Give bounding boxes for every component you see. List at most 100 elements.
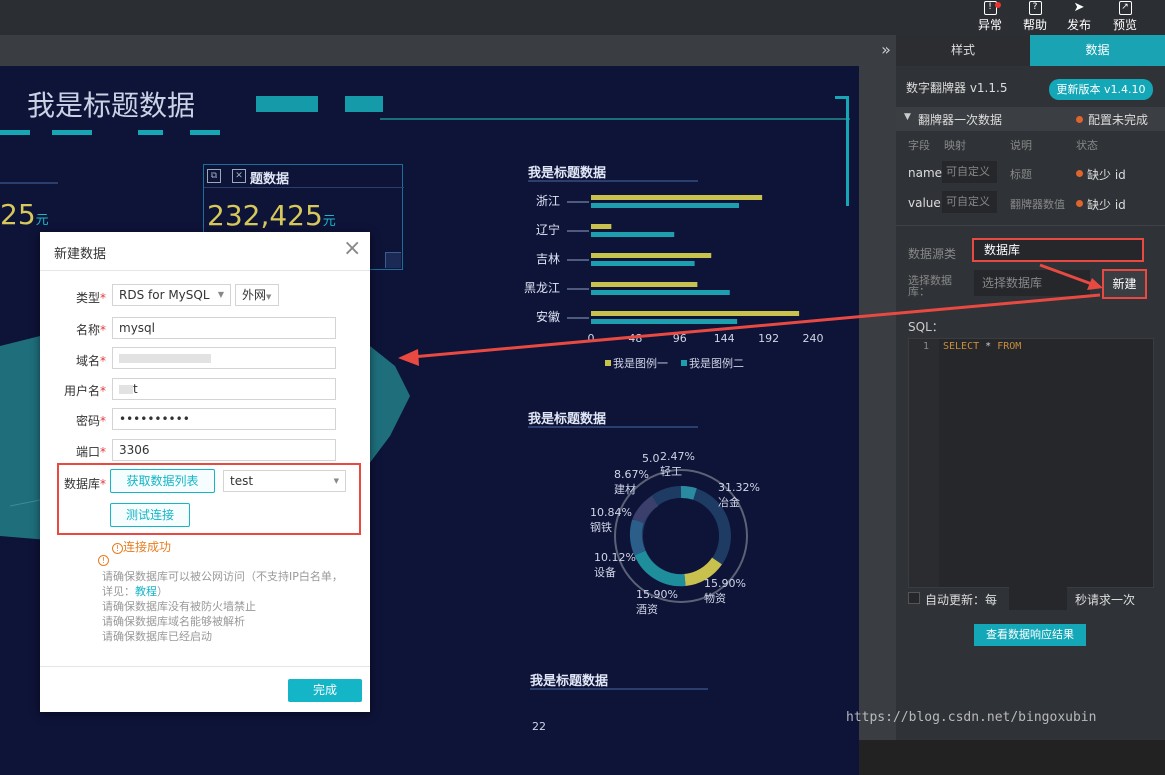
bar — [591, 232, 675, 237]
tutorial-link[interactable]: 教程 — [135, 585, 157, 598]
bar — [591, 282, 698, 287]
port-input[interactable]: 3306 — [112, 439, 336, 461]
gutter — [909, 339, 939, 587]
close-icon[interactable]: × — [343, 236, 361, 261]
sql-editor[interactable]: 1 SELECT * FROM — [908, 338, 1154, 588]
collapse-panel-button[interactable]: » — [876, 39, 896, 61]
resize-handle[interactable] — [385, 252, 401, 268]
username-input[interactable]: t — [112, 378, 336, 400]
config-panel: 样式 数据 数字翻牌器 v1.1.5 更新版本 v1.4.10 ▼ 翻牌器一次数… — [896, 35, 1165, 740]
host-label: 域名* — [75, 354, 106, 368]
ring-label: 8.67% 建材 — [614, 468, 649, 496]
delete-icon[interactable]: ✕ — [232, 169, 246, 183]
choose-db-select[interactable]: 选择数据库 — [974, 270, 1090, 296]
preview-button[interactable]: ↗ 预览 — [1108, 0, 1142, 35]
ring-chart-title: 我是标题数据 — [528, 412, 607, 427]
card-line — [0, 182, 58, 184]
auto-update-checkbox[interactable] — [908, 592, 920, 604]
bar-category-label: 辽宁 — [536, 222, 560, 237]
database-select[interactable]: test ▼ — [223, 470, 346, 492]
bar-chart-header: 我是标题数据 — [528, 162, 698, 182]
bar-category-label: 浙江 — [536, 194, 560, 208]
bar — [591, 195, 763, 200]
port-label: 端口* — [75, 445, 106, 459]
view-response-button[interactable]: 查看数据响应结果 — [974, 624, 1086, 646]
header-deco — [345, 96, 383, 112]
legend-swatch — [681, 360, 687, 366]
connection-tips: 请确保数据库可以被公网访问（不支持IP白名单， 详见：教程） 请确保数据库没有被… — [102, 570, 343, 643]
datasource-label: 数据源类 — [908, 247, 957, 261]
interval-input[interactable] — [1009, 586, 1067, 610]
new-data-dialog: 新建数据 × 类型* RDS for MySQL ▼ 外网▼ 名称* mysql … — [40, 232, 370, 712]
copy-icon[interactable]: ⧉ — [207, 169, 221, 183]
info-icon: ! — [98, 555, 109, 566]
type-select[interactable]: RDS for MySQL ▼ — [112, 284, 231, 306]
map-input[interactable]: 可自定义 — [942, 191, 997, 213]
warning-icon: ! — [112, 543, 123, 554]
bar — [591, 311, 800, 316]
host-input[interactable] — [112, 347, 336, 369]
bar-tick-label: 192 — [758, 332, 779, 345]
bar-chart-title: 我是标题数据 — [528, 166, 607, 181]
collapse-icon: » — [881, 40, 891, 59]
help-button[interactable]: ? 帮助 — [1018, 0, 1052, 35]
ring-seg — [680, 486, 697, 500]
alert-dot — [995, 2, 1001, 8]
preview-label: 预览 — [1112, 18, 1137, 32]
ring-label: 15.90% 物资 — [704, 577, 746, 605]
col-desc: 说明 — [1010, 139, 1032, 152]
auto-update-label: 自动更新：每 — [925, 593, 998, 607]
status-dot — [1076, 200, 1083, 207]
bottom-chart-title: 我是标题数据 — [530, 674, 609, 689]
tab-style[interactable]: 样式 — [896, 35, 1030, 66]
password-label: 密码* — [75, 414, 106, 428]
test-connection-button[interactable]: 测试连接 — [110, 503, 190, 527]
bar-category-label: 黑龙江 — [524, 281, 560, 295]
section-header[interactable]: ▼ 翻牌器一次数据 配置未完成 — [896, 107, 1165, 131]
bar-tick-label: 0 — [588, 332, 595, 345]
row-desc: 标题 — [1010, 168, 1032, 181]
ring-label: 5.0 — [642, 452, 660, 465]
dialog-divider — [40, 666, 370, 667]
database-label: 数据库* — [63, 477, 106, 491]
exception-button[interactable]: ! 异常 — [973, 0, 1007, 35]
publish-label: 发布 — [1066, 18, 1091, 32]
bar — [591, 203, 739, 208]
col-status: 状态 — [1076, 139, 1098, 152]
bar — [591, 319, 738, 324]
network-select[interactable]: 外网▼ — [235, 284, 279, 306]
col-map: 映射 — [944, 139, 966, 152]
bar-chart: 浙江辽宁吉林黑龙江安徽 0 48 96 144 192 240 我是图例一 我是图例二 — [524, 194, 824, 370]
row-field: value — [908, 196, 941, 210]
bar-category-label: 吉林 — [536, 252, 560, 266]
fetch-data-list-button[interactable]: 获取数据列表 — [110, 469, 215, 493]
ring-chart-header: 我是标题数据 — [528, 408, 698, 428]
ring-seg — [634, 550, 686, 587]
ring-label: 31.32% 冶金 — [718, 481, 760, 509]
auto-update-suffix: 秒请求一次 — [1075, 593, 1136, 607]
datasource-select[interactable]: 数据库 — [972, 238, 1144, 262]
line-number: 1 — [923, 341, 930, 352]
header-deco — [256, 96, 318, 112]
bottom-chart-tick: 22 — [532, 720, 546, 733]
tab-data[interactable]: 数据 — [1030, 35, 1165, 66]
row-status: 缺少 id — [1087, 198, 1126, 212]
update-version-button[interactable]: 更新版本 v1.4.10 — [1049, 79, 1153, 100]
header-line — [380, 118, 850, 120]
password-input[interactable]: •••••••••• — [112, 408, 336, 430]
bar-tick-label: 144 — [714, 332, 735, 345]
dialog-divider — [40, 270, 370, 271]
legend-swatch — [605, 360, 611, 366]
bar-tick-label: 48 — [628, 332, 642, 345]
blurred-text — [119, 385, 133, 394]
new-datasource-button[interactable]: 新建 — [1102, 269, 1147, 299]
top-toolbar: ! 异常 ? 帮助 ➤ 发布 ↗ 预览 — [0, 0, 1165, 35]
done-button[interactable]: 完成 — [288, 679, 362, 702]
bar — [591, 253, 712, 258]
help-label: 帮助 — [1022, 18, 1047, 32]
map-input[interactable]: 可自定义 — [942, 161, 997, 183]
header-deco — [190, 130, 220, 135]
name-input[interactable]: mysql — [112, 317, 336, 339]
publish-button[interactable]: ➤ 发布 — [1062, 0, 1096, 35]
bar-tick-label: 96 — [673, 332, 687, 345]
